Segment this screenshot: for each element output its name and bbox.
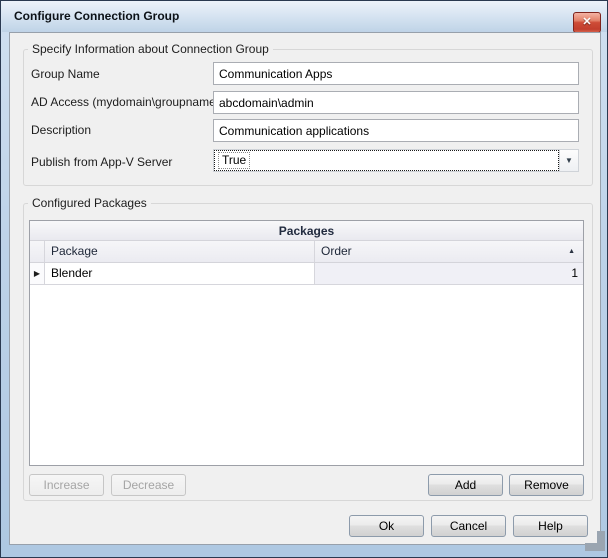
packages-groupbox-title: Configured Packages bbox=[28, 196, 151, 210]
increase-button[interactable]: Increase bbox=[29, 474, 104, 496]
sort-ascending-icon: ▲ bbox=[568, 241, 575, 262]
ad-access-input[interactable] bbox=[213, 91, 579, 114]
ok-button[interactable]: Ok bbox=[349, 515, 424, 537]
publish-combobox-value: True bbox=[218, 152, 250, 169]
column-header-package[interactable]: Package bbox=[45, 241, 315, 262]
decrease-button[interactable]: Decrease bbox=[111, 474, 186, 496]
description-label: Description bbox=[31, 123, 91, 138]
publish-combobox-edit[interactable]: True bbox=[214, 150, 559, 171]
packages-grid-header-row: Package Order ▲ bbox=[30, 241, 583, 263]
row-selector-header bbox=[30, 241, 45, 262]
title-bar[interactable]: Configure Connection Group bbox=[2, 1, 608, 32]
publish-combobox[interactable]: True ▼ bbox=[213, 149, 579, 172]
column-header-order-label: Order bbox=[321, 244, 352, 258]
packages-grid: Packages Package Order ▲ ▶ Blender 1 bbox=[29, 220, 584, 466]
ad-access-label: AD Access (mydomain\groupname) bbox=[31, 95, 220, 110]
remove-button[interactable]: Remove bbox=[509, 474, 584, 496]
group-name-input[interactable] bbox=[213, 62, 579, 85]
close-button[interactable]: ✕ bbox=[573, 12, 601, 33]
packages-band-header: Packages bbox=[30, 221, 583, 241]
description-input[interactable] bbox=[213, 119, 579, 142]
current-row-pointer-icon: ▶ bbox=[30, 263, 45, 284]
help-button[interactable]: Help bbox=[513, 515, 588, 537]
resize-grip[interactable] bbox=[585, 531, 597, 543]
publish-label: Publish from App-V Server bbox=[31, 155, 172, 170]
cell-order[interactable]: 1 bbox=[315, 263, 583, 284]
chevron-down-icon[interactable]: ▼ bbox=[559, 150, 578, 171]
cancel-button[interactable]: Cancel bbox=[431, 515, 506, 537]
info-groupbox-title: Specify Information about Connection Gro… bbox=[28, 42, 273, 56]
group-name-label: Group Name bbox=[31, 67, 100, 82]
close-icon: ✕ bbox=[582, 16, 591, 28]
table-row[interactable]: ▶ Blender 1 bbox=[30, 263, 583, 285]
column-header-order[interactable]: Order ▲ bbox=[315, 241, 583, 262]
configure-connection-group-dialog: Configure Connection Group ✕ Specify Inf… bbox=[0, 0, 608, 558]
add-button[interactable]: Add bbox=[428, 474, 503, 496]
cell-package[interactable]: Blender bbox=[45, 263, 315, 284]
window-title: Configure Connection Group bbox=[14, 1, 179, 32]
